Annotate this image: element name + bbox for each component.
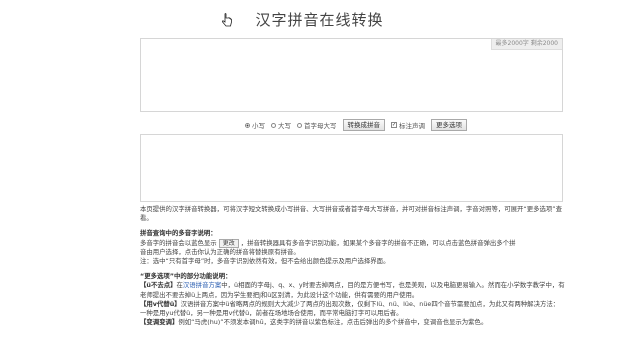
radio-capitalized-dot[interactable] — [297, 122, 302, 128]
radio-capitalized[interactable]: 首字母大写 — [297, 120, 337, 130]
help-content: 本页提供的汉字拼音转换器，可将汉字短文转换成小写拼音、大写拼音或者首字母大写拼音… — [140, 205, 565, 327]
char-limit-text: 最多2000字 — [495, 40, 529, 47]
feature-v-for-u-tag: 【用v代替ü】 — [140, 299, 181, 308]
feature-v-for-u: 【用v代替ü】汉语拼音方案中ü省略两点的规则大大减少了两点的出现次数，仅剩下lü… — [140, 300, 565, 318]
radio-uppercase-label: 大写 — [278, 122, 291, 130]
feature-tone-sandhi-tag: 【变调变调】 — [140, 318, 179, 327]
feature-v-for-u-text: 汉语拼音方案中ü省略两点的规则大大减少了两点的出现次数，仅剩下lü、nü、lüe… — [140, 299, 560, 318]
tone-checkbox[interactable]: ✓ — [391, 122, 397, 128]
multi-pronunciation-note: 注：选中“只有首字母”时，多音字识别依然有效，但不会给出颜色提示及用户选择界面。 — [140, 257, 390, 266]
more-options-button[interactable]: 更多选项 — [431, 119, 467, 131]
chinese-input-textarea[interactable]: 最多2000字 剩余2000 — [140, 38, 563, 112]
char-counter: 最多2000字 剩余2000 — [490, 39, 562, 50]
multi-line1-pre: 多音字的拼音会以蓝色显示 — [140, 238, 217, 247]
multi-pronunciation-heading: 拼音查询中的多音字说明： — [140, 229, 217, 238]
pinyin-scheme-link[interactable]: 汉语拼音方案 — [183, 281, 221, 289]
multi-pronunciation-line1: 多音字的拼音会以蓝色显示 更改 ，拼音转换器具有多音字识别功能，如果某个多音字的拼音… — [140, 238, 565, 248]
radio-uppercase-dot[interactable] — [271, 122, 276, 128]
feature-tone-sandhi: 【变调变调】例如“马虎(hu)”不须发本调hū，这类字的拼音以紫色标注，点击后弹… — [140, 318, 565, 327]
multi-pronunciation-line2: 音由用户选择，点击你认为正确的拼音将替换原有拼音。 — [140, 247, 300, 256]
radio-lowercase[interactable]: 小写 — [245, 120, 265, 130]
change-example-button: 更改 — [218, 238, 239, 248]
tone-checkbox-option[interactable]: ✓ 标注声调 — [391, 120, 425, 130]
char-remaining-text: 剩余2000 — [530, 40, 558, 47]
feature-u-dots: 【ü不去点】在汉语拼音方案中，ü相面的字母j、q、x、y时要去掉两点，目的是方便… — [140, 281, 565, 299]
feature-u-dots-tag: 【ü不去点】 — [140, 281, 177, 290]
tone-checkbox-label: 标注声调 — [399, 122, 425, 130]
conversion-options: 小写 大写 首字母大写 转换成拼音 ✓ 标注声调 更多选项 — [245, 118, 473, 132]
radio-lowercase-dot[interactable] — [245, 122, 250, 128]
page-title: 汉字拼音在线转换 — [255, 11, 384, 29]
pinyin-output-textarea[interactable] — [140, 134, 563, 202]
radio-capitalized-label: 首字母大写 — [304, 122, 337, 130]
radio-uppercase[interactable]: 大写 — [271, 120, 291, 130]
feature-tone-sandhi-text: 例如“马虎(hu)”不须发本调hū，这类字的拼音以紫色标注，点击后弹出的多个拼音… — [178, 318, 488, 327]
intro-text: 本页提供的汉字拼音转换器，可将汉字短文转换成小写拼音、大写拼音或者首字母大写拼音… — [140, 205, 563, 223]
radio-lowercase-label: 小写 — [252, 122, 265, 130]
convert-button[interactable]: 转换成拼音 — [342, 119, 385, 131]
multi-line1-post: ，拼音转换器具有多音字识别功能，如果某个多音字的拼音不正确，可以点击蓝色拼音弹出… — [240, 238, 516, 247]
